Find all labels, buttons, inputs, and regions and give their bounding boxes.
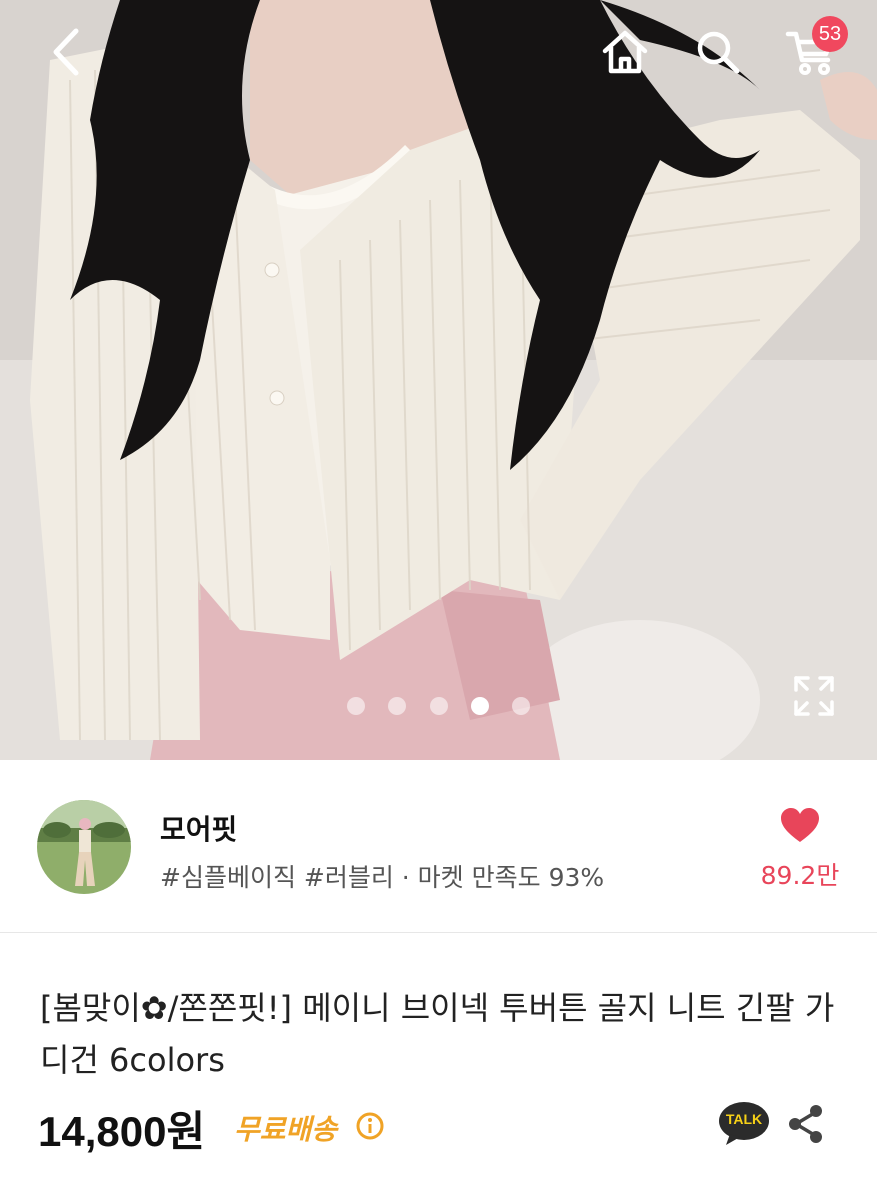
expand-icon: [794, 676, 834, 716]
like-button[interactable]: 89.2만: [745, 808, 855, 892]
search-icon: [697, 31, 740, 74]
cart-count-badge: 53: [812, 16, 848, 52]
product-price: 14,800원: [38, 1108, 206, 1155]
avatar-image: [37, 800, 131, 894]
chevron-left-icon: [53, 28, 79, 76]
pagination-dot[interactable]: [347, 697, 365, 715]
back-button[interactable]: [36, 22, 96, 82]
product-photo: [0, 0, 877, 760]
seller-avatar[interactable]: [37, 800, 131, 894]
share-button[interactable]: [788, 1104, 824, 1144]
seller-tags: #심플베이직 #러블리 · 마켓 만족도 93%: [160, 863, 605, 892]
search-button[interactable]: [688, 22, 748, 82]
pagination-dot[interactable]: [512, 697, 530, 715]
expand-image-button[interactable]: [788, 670, 840, 722]
home-button[interactable]: [595, 22, 655, 82]
like-count: 89.2만: [760, 861, 840, 890]
pagination-dot-active[interactable]: [471, 697, 489, 715]
seller-name[interactable]: 모어핏: [160, 808, 237, 848]
pagination-dot[interactable]: [430, 697, 448, 715]
pagination-dot[interactable]: [388, 697, 406, 715]
product-image-gallery[interactable]: 53: [0, 0, 877, 760]
seller-section[interactable]: 모어핏 #심플베이직 #러블리 · 마켓 만족도 93% 89.2만: [0, 760, 877, 932]
home-icon: [602, 30, 648, 74]
price-row: 14,800원 무료배송 TALK: [38, 1098, 838, 1155]
section-divider: [0, 932, 877, 933]
kakao-talk-button[interactable]: TALK: [718, 1101, 770, 1147]
heart-icon: [781, 808, 819, 842]
talk-label: TALK: [725, 1111, 763, 1127]
gallery-pagination: [0, 697, 877, 717]
free-shipping-label: 무료배송: [234, 1113, 338, 1146]
product-title: [봄맞이✿/쫀쫀핏!] 메이니 브이넥 투버튼 골지 니트 긴팔 가디건 6co…: [40, 989, 835, 1079]
info-icon[interactable]: [356, 1112, 384, 1140]
share-icon: [789, 1105, 822, 1143]
